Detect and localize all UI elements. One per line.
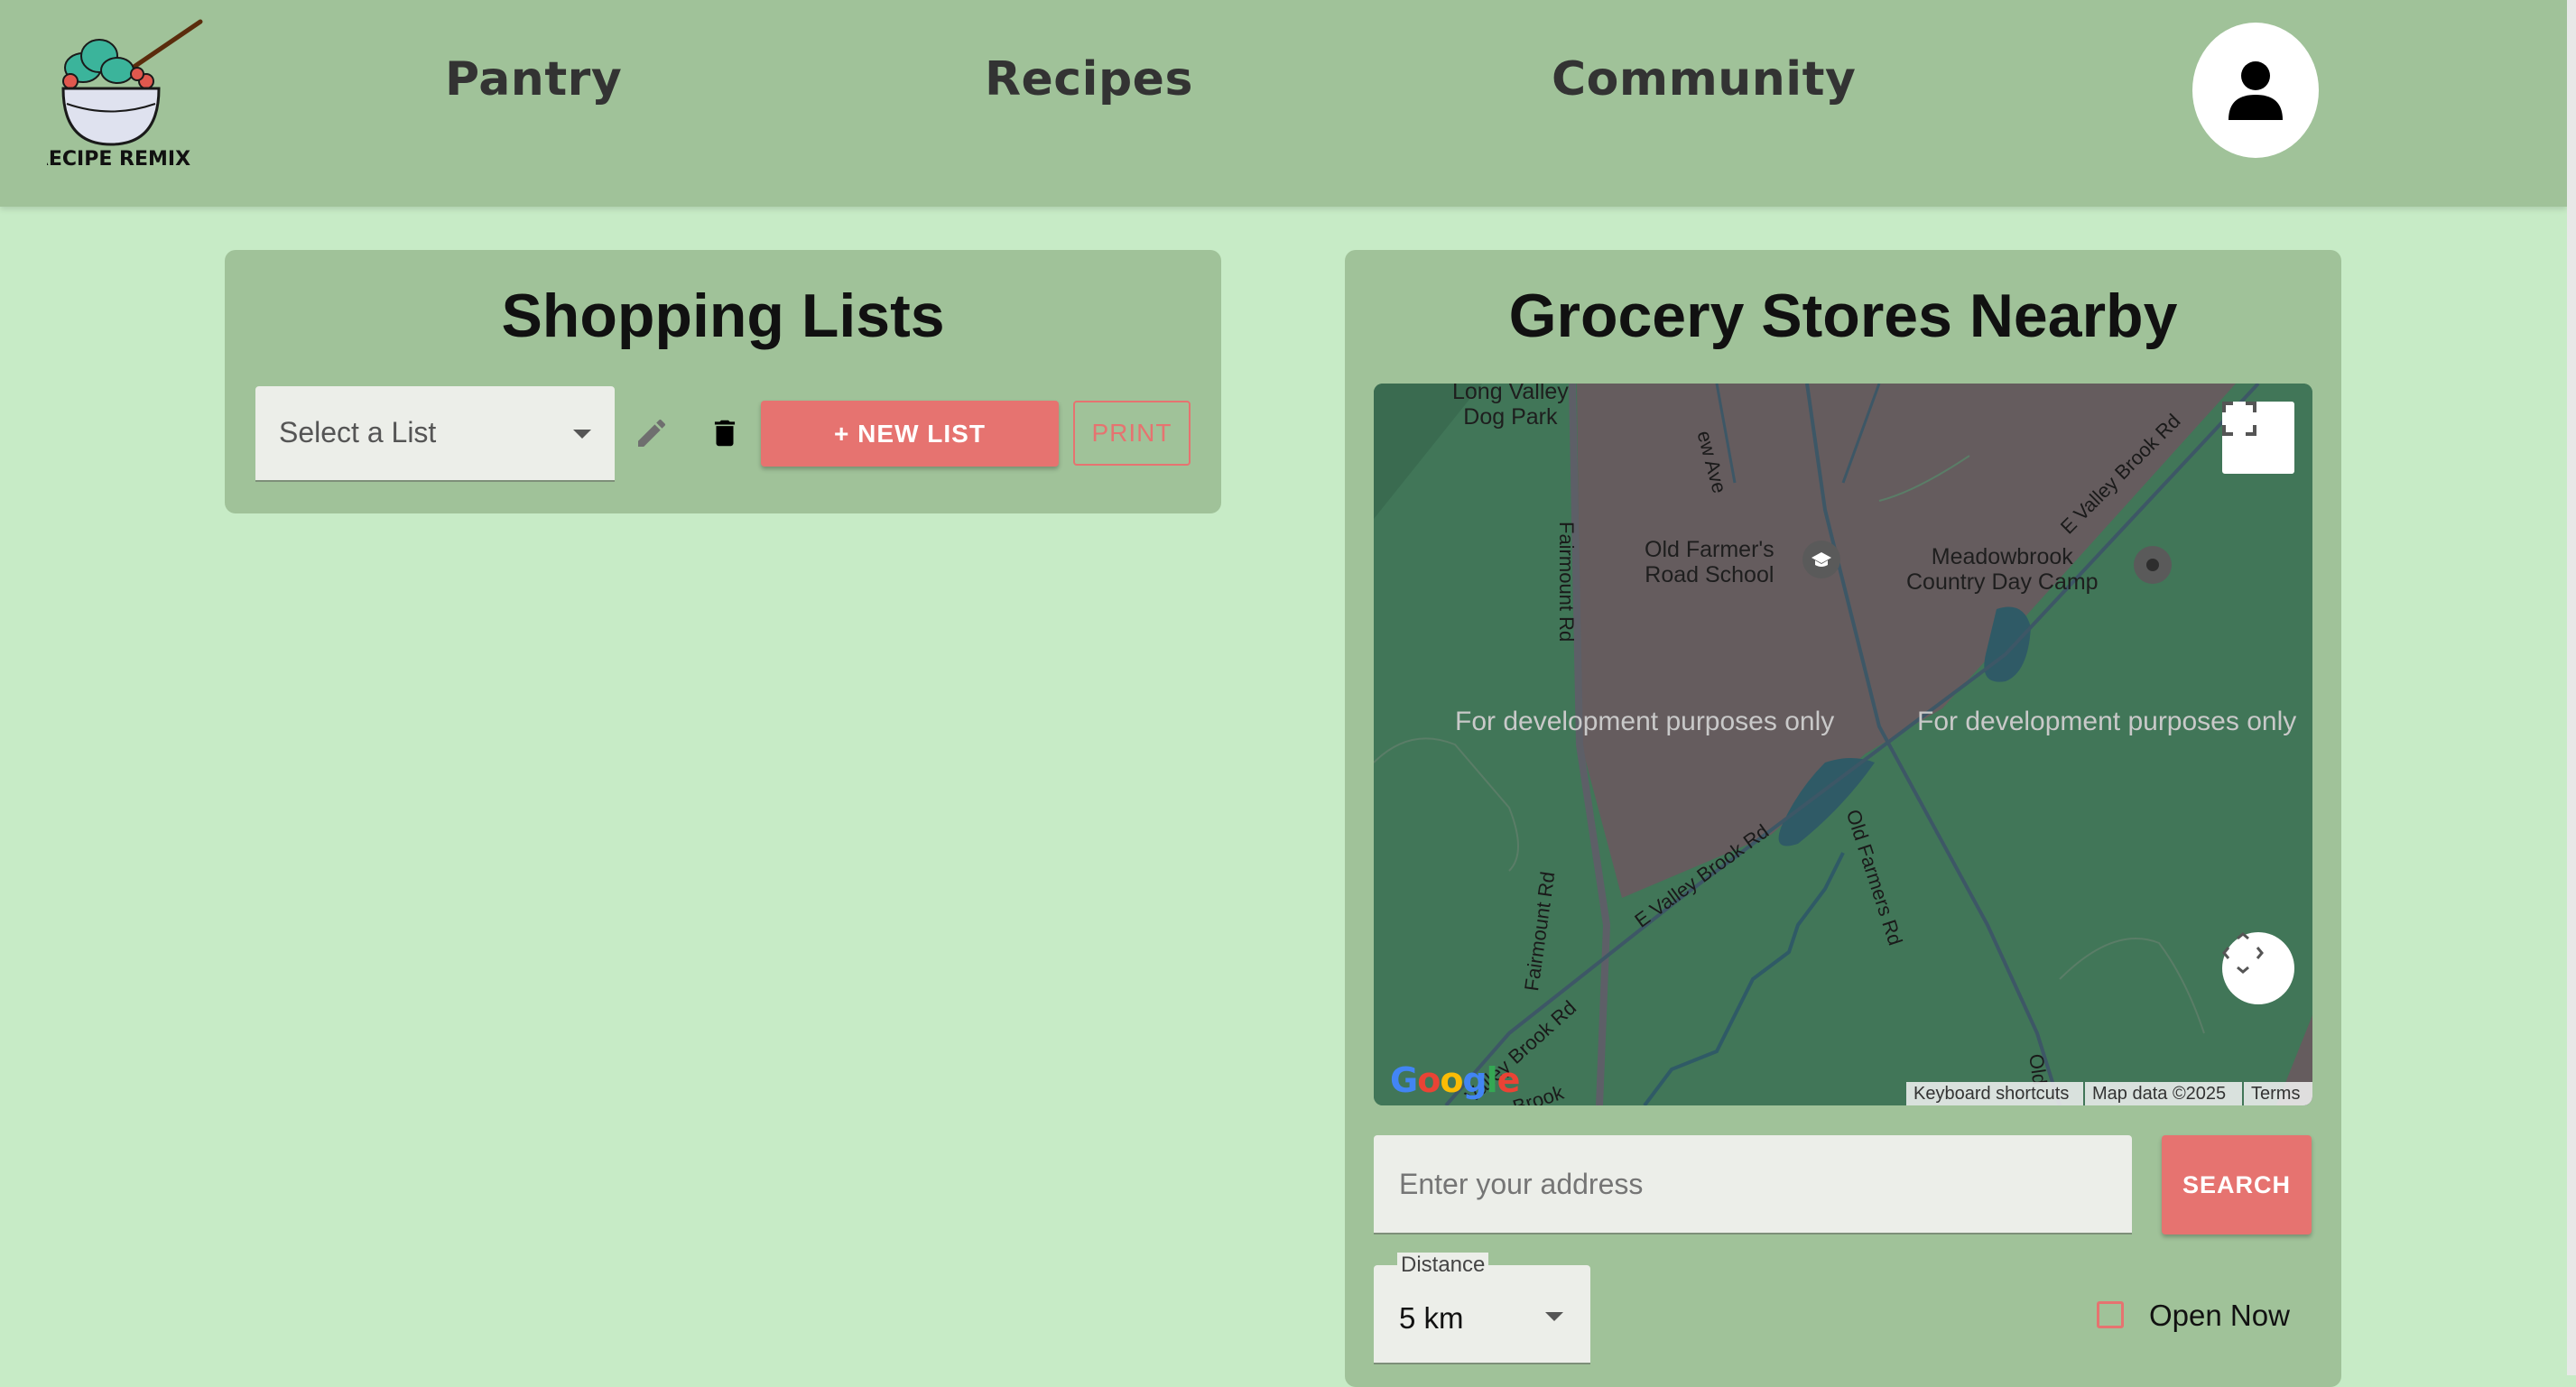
distance-select[interactable]: Distance 5 km [1374, 1253, 1590, 1364]
camp-pin-icon[interactable] [2132, 544, 2173, 586]
list-select-placeholder: Select a List [279, 416, 437, 448]
print-button[interactable]: PRINT [1073, 401, 1191, 466]
user-icon [2229, 61, 2283, 120]
chevron-down-icon [573, 430, 591, 439]
search-button[interactable]: SEARCH [2162, 1135, 2312, 1234]
place-label-school: Old Farmer's Road School [1645, 537, 1774, 587]
delete-list-button[interactable] [708, 414, 742, 457]
keyboard-shortcuts-link[interactable]: Keyboard shortcuts [1906, 1082, 2083, 1105]
distance-label: Distance [1397, 1253, 1489, 1278]
place-label-dog-park: Long Valley Dog Park [1452, 384, 1569, 430]
google-logo: Google [1390, 1060, 1520, 1100]
fullscreen-icon [2222, 402, 2256, 436]
dev-watermark: For development purposes only [1455, 707, 1835, 736]
open-now-label[interactable]: Open Now [2149, 1299, 2290, 1333]
nav-community[interactable]: Community [1552, 52, 1856, 106]
recipe-remix-logo[interactable]: RECIPE REMIX [47, 18, 209, 176]
scrollbar-track[interactable] [2567, 0, 2576, 1375]
distance-value: 5 km [1399, 1301, 1464, 1335]
list-select[interactable]: Select a List [255, 386, 615, 482]
grocery-stores-title: Grocery Stores Nearby [1508, 282, 2178, 350]
terms-link[interactable]: Terms [2244, 1082, 2312, 1105]
logo-text: RECIPE REMIX [47, 148, 190, 171]
trash-icon [714, 420, 736, 447]
street-label: Fairmount Rd [1555, 522, 1578, 643]
edit-list-button[interactable] [634, 415, 670, 456]
app-header: RECIPE REMIX Pantry Recipes Community [0, 0, 2567, 207]
camera-control-button[interactable] [2222, 932, 2294, 1004]
dev-watermark: For development purposes only [1917, 707, 2297, 736]
place-label-camp: Meadowbrook Country Day Camp [1906, 544, 2099, 595]
profile-avatar-button[interactable] [2192, 23, 2319, 158]
pan-arrows-icon [2222, 932, 2264, 974]
map-canvas [1374, 384, 2312, 1105]
chevron-down-icon [1545, 1312, 1563, 1321]
school-pin-icon[interactable] [1801, 539, 1842, 580]
store-map[interactable]: Long Valley Dog Park Old Farmer's Road S… [1374, 384, 2312, 1105]
pencil-icon [638, 419, 666, 447]
shopping-lists-title: Shopping Lists [501, 282, 945, 350]
fullscreen-button[interactable] [2222, 402, 2294, 474]
nav-recipes[interactable]: Recipes [985, 52, 1193, 106]
address-input[interactable] [1374, 1135, 2132, 1234]
map-data-attribution: Map data ©2025 [2085, 1082, 2242, 1105]
open-now-checkbox[interactable] [2097, 1301, 2124, 1328]
new-list-button[interactable]: + NEW LIST [761, 401, 1059, 467]
nav-pantry[interactable]: Pantry [445, 52, 622, 106]
